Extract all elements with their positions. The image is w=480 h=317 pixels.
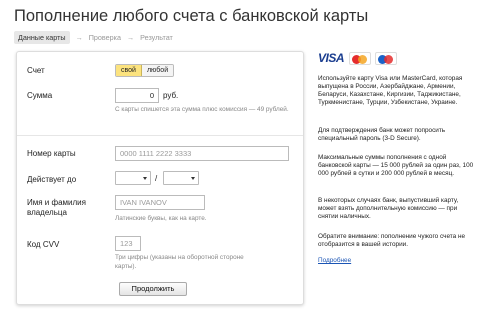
currency-label: руб. bbox=[163, 91, 179, 100]
holder-hint: Латинские буквы, как на карте. bbox=[115, 215, 207, 222]
holder-label-line1: Имя и фамилия bbox=[27, 198, 86, 207]
step-card-data: Данные карты bbox=[14, 31, 70, 44]
amount-input[interactable]: 0 bbox=[115, 88, 159, 103]
expiry-year-select[interactable] bbox=[163, 171, 199, 185]
expiry-month-select[interactable] bbox=[115, 171, 151, 185]
step-result: Результат bbox=[140, 33, 173, 42]
visa-logo-icon: VISA bbox=[318, 51, 345, 65]
page-title: Пополнение любого счета с банковской кар… bbox=[14, 7, 369, 25]
holder-label-line2: владельца bbox=[27, 208, 67, 217]
account-toggle: свой любой bbox=[115, 64, 175, 77]
account-any-option[interactable]: любой bbox=[141, 65, 174, 76]
step-indicator: Данные карты → Проверка → Результат bbox=[14, 31, 173, 44]
amount-label: Сумма bbox=[27, 91, 53, 100]
card-number-input[interactable]: 0000 1111 2222 3333 bbox=[115, 146, 289, 161]
step-verification: Проверка bbox=[88, 33, 121, 42]
account-label: Счет bbox=[27, 66, 45, 75]
cvv-label: Код CVV bbox=[27, 240, 60, 249]
more-info-link-wrap: Подробнее bbox=[318, 257, 476, 265]
continue-button[interactable]: Продолжить bbox=[119, 282, 187, 296]
holder-label: Имя и фамилия владельца bbox=[27, 198, 86, 218]
cvv-input[interactable]: 123 bbox=[115, 236, 141, 251]
payment-form: Счет свой любой Сумма 0 руб. С карты спи… bbox=[16, 51, 304, 305]
amount-hint: С карты спишется эта сумма плюс комиссия… bbox=[115, 106, 289, 113]
mastercard-logo-icon bbox=[349, 51, 372, 65]
info-usage: Используйте карту Visa или MasterCard, к… bbox=[318, 75, 463, 107]
maestro-logo-icon bbox=[375, 51, 398, 65]
info-limits: Максимальные суммы пополнения с одной ба… bbox=[318, 154, 474, 178]
account-own-option[interactable]: свой bbox=[116, 65, 142, 76]
card-number-label: Номер карты bbox=[27, 149, 76, 158]
form-divider bbox=[17, 135, 303, 136]
cvv-hint: Три цифры (указаны на оборотной стороне … bbox=[115, 254, 244, 271]
cvv-hint-line1: Три цифры (указаны на оборотной стороне bbox=[115, 254, 244, 261]
info-history: Обратите внимание: пополнение чужого сче… bbox=[318, 233, 466, 249]
more-info-link[interactable]: Подробнее bbox=[318, 257, 351, 264]
card-logos: VISA bbox=[318, 51, 401, 65]
holder-name-input[interactable]: IVAN IVANOV bbox=[115, 195, 205, 210]
info-commission: В некоторых случаях банк, выпустивший ка… bbox=[318, 197, 459, 221]
arrow-right-icon: → bbox=[126, 33, 135, 42]
expiry-separator: / bbox=[155, 174, 158, 183]
cvv-hint-line2: карты). bbox=[115, 262, 137, 270]
valid-until-label: Действует до bbox=[27, 175, 77, 184]
info-3d-secure: Для подтверждения банк может попросить с… bbox=[318, 127, 446, 143]
arrow-right-icon: → bbox=[75, 33, 83, 42]
